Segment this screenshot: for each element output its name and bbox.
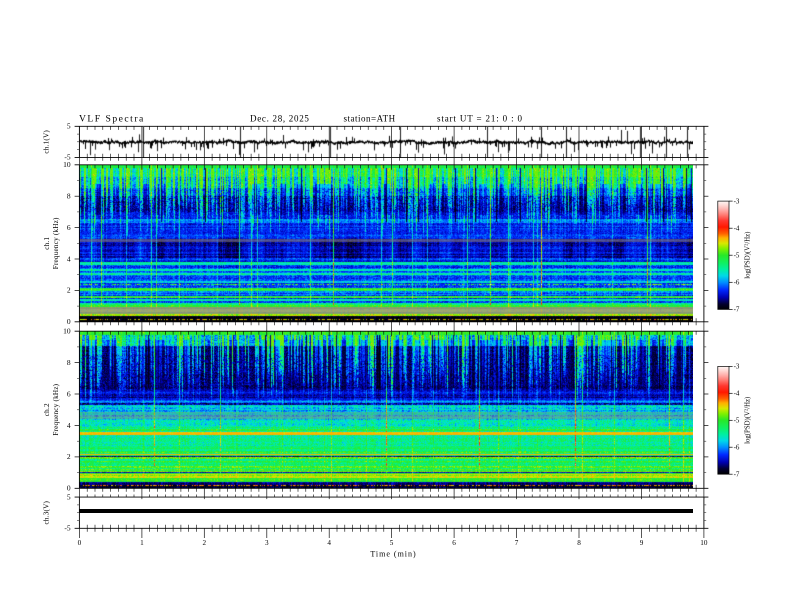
svg-text:log(PSD)(V2/Hz): log(PSD)(V2/Hz) xyxy=(743,397,751,444)
svg-text:2: 2 xyxy=(67,452,71,461)
svg-text:-3: -3 xyxy=(734,363,740,371)
svg-text:2: 2 xyxy=(203,539,207,547)
svg-text:Frequency (kHz): Frequency (kHz) xyxy=(52,383,60,435)
svg-text:0: 0 xyxy=(78,539,82,547)
svg-text:10: 10 xyxy=(63,160,71,169)
svg-text:4: 4 xyxy=(67,254,71,263)
svg-text:-6: -6 xyxy=(734,444,740,452)
svg-text:9: 9 xyxy=(640,539,644,547)
svg-text:6: 6 xyxy=(452,539,456,547)
svg-text:Frequency (kHz): Frequency (kHz) xyxy=(52,217,60,269)
svg-text:5: 5 xyxy=(67,122,71,131)
svg-text:VLF Spectra: VLF Spectra xyxy=(79,114,145,125)
svg-text:-5: -5 xyxy=(64,524,70,533)
svg-text:0: 0 xyxy=(67,484,71,493)
svg-text:3: 3 xyxy=(265,539,269,547)
svg-text:5: 5 xyxy=(67,492,71,501)
svg-text:7: 7 xyxy=(515,539,519,547)
svg-text:6: 6 xyxy=(67,389,71,398)
svg-text:8: 8 xyxy=(67,192,71,201)
svg-text:-7: -7 xyxy=(734,306,740,314)
svg-text:-7: -7 xyxy=(734,471,740,479)
svg-text:ch.3(V): ch.3(V) xyxy=(43,501,51,525)
svg-text:1: 1 xyxy=(140,539,144,547)
svg-text:-3: -3 xyxy=(734,197,740,205)
svg-text:ch.1(V): ch.1(V) xyxy=(43,130,51,154)
svg-text:4: 4 xyxy=(327,539,331,547)
svg-text:-5: -5 xyxy=(734,252,740,260)
svg-text:log(PSD)(V2/Hz): log(PSD)(V2/Hz) xyxy=(743,232,751,279)
svg-text:station=ATH: station=ATH xyxy=(344,114,396,124)
svg-text:2: 2 xyxy=(67,286,71,295)
svg-text:0: 0 xyxy=(67,317,71,326)
svg-text:6: 6 xyxy=(67,223,71,232)
svg-text:ch.2: ch.2 xyxy=(43,403,51,416)
svg-text:Dec. 28, 2025: Dec. 28, 2025 xyxy=(250,114,310,124)
svg-text:-6: -6 xyxy=(734,279,740,287)
svg-text:-5: -5 xyxy=(734,417,740,425)
svg-text:ch.1: ch.1 xyxy=(43,237,51,250)
svg-text:-4: -4 xyxy=(734,225,740,233)
svg-text:Time (min): Time (min) xyxy=(370,549,416,558)
svg-text:start UT = 21: 0 : 0: start UT = 21: 0 : 0 xyxy=(437,114,523,124)
svg-text:10: 10 xyxy=(700,539,708,547)
svg-text:8: 8 xyxy=(67,358,71,367)
svg-text:-4: -4 xyxy=(734,390,740,398)
svg-text:10: 10 xyxy=(63,327,71,336)
svg-text:8: 8 xyxy=(577,539,581,547)
svg-text:5: 5 xyxy=(390,539,394,547)
svg-text:4: 4 xyxy=(67,421,71,430)
